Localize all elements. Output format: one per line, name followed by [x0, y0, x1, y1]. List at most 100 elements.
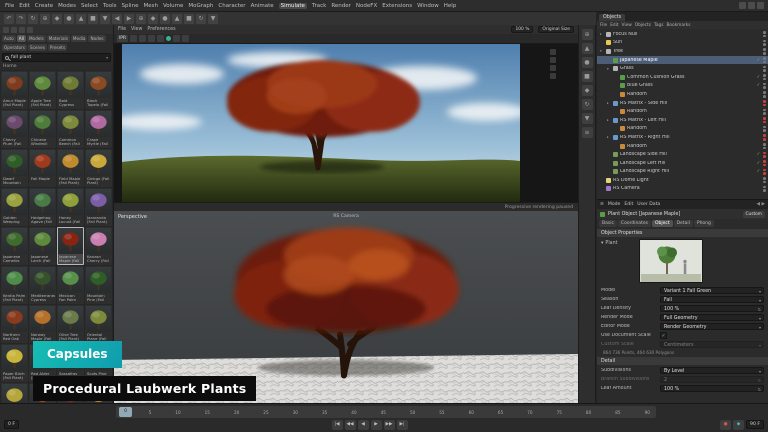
plant-asset[interactable]: Field Maple (Fall Plant)	[57, 149, 84, 187]
menu-item[interactable]: Modes	[58, 3, 76, 9]
objects-menu-item[interactable]: Bookmarks	[666, 23, 690, 28]
plant-asset[interactable]: Honey Locust (Fall Plant)	[57, 188, 84, 226]
visibility-dots[interactable]	[763, 91, 766, 97]
attribute-value[interactable]: Centimeters	[660, 341, 764, 348]
start-frame-field[interactable]: 0 F	[4, 420, 19, 429]
forward-icon[interactable]	[11, 27, 17, 33]
object-row[interactable]: Landscape Left Hill ✓	[597, 159, 768, 168]
transport-button[interactable]: |◀	[332, 420, 343, 430]
object-row[interactable]: ▾ Grass	[597, 64, 768, 73]
menu-item[interactable]: Render	[331, 3, 351, 9]
attribute-value[interactable]: 2	[660, 376, 764, 383]
menu-item[interactable]: Track	[312, 3, 326, 9]
settings-icon[interactable]	[757, 2, 764, 9]
side-toolbar-icon[interactable]: ↻	[582, 99, 593, 110]
visibility-dots[interactable]	[763, 160, 766, 166]
plant-asset[interactable]: Fall Maple	[29, 149, 56, 187]
visibility-dots[interactable]	[763, 126, 766, 132]
asset-filter-tab[interactable]: Nodes	[88, 35, 105, 42]
object-row[interactable]: Random	[597, 90, 768, 99]
attribute-value[interactable]: By Level	[660, 367, 764, 374]
end-frame-field[interactable]: 90 F	[746, 420, 764, 429]
attribute-tab[interactable]: Coordinates	[618, 220, 651, 227]
toolbar-icon[interactable]: ↻	[28, 14, 38, 24]
asset-filter-tab[interactable]: Auto	[2, 35, 16, 42]
objects-menu-item[interactable]: View	[622, 23, 632, 28]
object-row[interactable]: ▾ Tree	[597, 47, 768, 56]
plant-asset[interactable]: Norway Maple (Fall Plant)	[29, 305, 56, 343]
toolbar-icon[interactable]: ▶	[124, 14, 134, 24]
attribute-value[interactable]: Render Geometry	[660, 323, 764, 330]
attribute-tab[interactable]: Phong	[694, 220, 714, 227]
layout-icon[interactable]	[739, 2, 746, 9]
render-view-menu-view[interactable]: View	[131, 27, 142, 32]
expand-arrow-icon[interactable]: ▸	[600, 32, 604, 36]
expand-arrow-icon[interactable]: ▾	[600, 49, 604, 53]
toolbar-icon[interactable]: ■	[184, 14, 194, 24]
menu-item[interactable]: Mesh	[143, 3, 157, 9]
asset-filter-tab[interactable]: Models	[27, 35, 46, 42]
attribute-value[interactable]: Fall	[660, 296, 764, 303]
menu-item[interactable]: Edit	[19, 3, 30, 9]
visibility-dots[interactable]	[763, 31, 766, 37]
transport-button[interactable]: ▶|	[397, 420, 408, 430]
menu-item[interactable]: Volume	[163, 3, 183, 9]
visibility-dots[interactable]	[763, 40, 766, 46]
timeline-ruler[interactable]: 051015202530354045505560657075808590 0	[116, 406, 656, 418]
objects-menu-item[interactable]: File	[600, 23, 607, 28]
objects-menu-item[interactable]: Edit	[610, 23, 618, 28]
plant-asset[interactable]: Japanese Larch (Fall Plant)	[29, 227, 56, 265]
visibility-dots[interactable]	[763, 134, 766, 140]
asset-filter-tab[interactable]: Operators	[2, 44, 27, 51]
menu-item[interactable]: File	[5, 3, 14, 9]
section-object-properties[interactable]: Object Properties	[597, 229, 768, 237]
plant-asset[interactable]: Silver Birch (Fall Plant)	[1, 383, 28, 403]
histogram-icon[interactable]	[550, 65, 556, 71]
plant-asset[interactable]: Japanese Maple (Fall Plant)	[57, 227, 84, 265]
plant-asset[interactable]: Mediterranean Cypress (Fall Plant)	[29, 266, 56, 304]
toolbar-icon[interactable]: ⊕	[40, 14, 50, 24]
side-toolbar-icon[interactable]: ⊕	[582, 29, 593, 40]
expand-arrow-icon[interactable]: ▸	[607, 118, 611, 122]
plant-asset[interactable]: Paper Birch (Fall Plant)	[1, 344, 28, 382]
toolbar-icon[interactable]: ▲	[172, 14, 182, 24]
current-frame-marker[interactable]: 0	[119, 407, 132, 417]
menu-item[interactable]: Simulate	[279, 3, 307, 9]
menu-item[interactable]: Help	[444, 3, 457, 9]
side-toolbar-icon[interactable]: ▲	[582, 43, 593, 54]
visibility-dots[interactable]	[763, 57, 766, 63]
visibility-dots[interactable]	[763, 177, 766, 183]
render-compare-icon[interactable]	[157, 35, 164, 42]
asset-filter-tab[interactable]: Materials	[47, 35, 70, 42]
transport-button[interactable]: ◀◀	[345, 420, 356, 430]
transport-button[interactable]: ▶	[371, 420, 382, 430]
render-channels-icon[interactable]	[148, 35, 155, 42]
object-row[interactable]: Sun	[597, 39, 768, 48]
toolbar-icon[interactable]: ⊕	[136, 14, 146, 24]
object-row[interactable]: ▸ Focus Null	[597, 30, 768, 39]
toolbar-icon[interactable]: ■	[88, 14, 98, 24]
toolbar-icon[interactable]: ▼	[100, 14, 110, 24]
visibility-dots[interactable]	[763, 48, 766, 54]
plant-asset[interactable]: Northern Red Oak (Fall Plant)	[1, 305, 28, 343]
enabled-check-icon[interactable]: ✓	[755, 75, 761, 80]
gizmo-icon[interactable]	[550, 73, 556, 79]
plant-asset[interactable]: Chinese Windmill Palm (Fall Plant)	[29, 110, 56, 148]
bucket-icon[interactable]	[550, 57, 556, 63]
menu-item[interactable]: Tools	[103, 3, 117, 9]
visibility-dots[interactable]	[763, 66, 766, 72]
expand-arrow-icon[interactable]: ▸	[607, 135, 611, 139]
attribute-value[interactable]: Variant 1 Fall Green	[660, 287, 764, 294]
render-filter-icon[interactable]	[182, 35, 189, 42]
custom-button[interactable]: Custom	[743, 211, 765, 218]
plant-asset[interactable]: Hedgehog Agave (Fall Plant)	[29, 188, 56, 226]
visibility-dots[interactable]	[763, 74, 766, 80]
expand-arrow-icon[interactable]: ▸	[607, 101, 611, 105]
asset-search-input[interactable]: fall plant ▾	[2, 53, 111, 62]
back-icon[interactable]	[3, 27, 9, 33]
view-mode-icon[interactable]	[27, 27, 33, 33]
toolbar-icon[interactable]: ▲	[76, 14, 86, 24]
keyframe-button[interactable]: ◆	[733, 420, 744, 430]
attribute-value[interactable]: Full Geometry	[660, 314, 764, 321]
tab-objects[interactable]: Objects	[599, 14, 625, 21]
